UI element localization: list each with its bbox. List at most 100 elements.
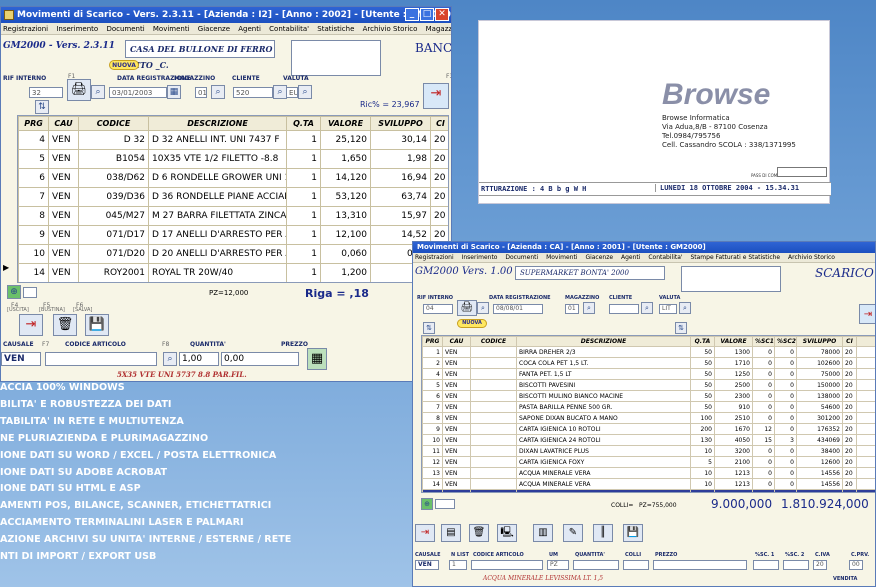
table-row[interactable]: 12 VEN CARTA IGIENICA FOXY 5 2100 0 0 12600 20 [422, 456, 875, 468]
close-button[interactable]: ✕ [435, 8, 449, 21]
col2-codice[interactable]: CODICE [470, 336, 517, 347]
um-field[interactable]: PZ [547, 560, 569, 570]
uscita2-button[interactable]: ⇥ [415, 524, 435, 542]
magazzino2-lookup[interactable]: ⌕ [583, 302, 595, 314]
menu-magazzino-industriale[interactable]: Magazzino Industriale [426, 25, 451, 33]
nlist-field[interactable]: 1 [449, 560, 467, 570]
col-valore[interactable]: VALORE [320, 116, 371, 131]
window2-record-field[interactable] [435, 499, 455, 509]
menu2-agenti[interactable]: Agenti [621, 254, 640, 261]
table-row[interactable]: 10 VEN CARTA IGIENICA 24 ROTOLI 130 4050 15 3 4… [422, 434, 875, 446]
printer-icon[interactable]: 🖨 [67, 79, 91, 101]
data2-field[interactable]: 08/08/01 [493, 304, 543, 314]
table-row[interactable]: 5 VEN B1054 10X35 VTE 1/2 FILETTO -8.8 1 1,65… [18, 149, 448, 169]
table-row[interactable]: 6 VEN 038/D62 D 6 RONDELLE GROWER UNI 1 1 14,… [18, 168, 448, 188]
cliente2-lookup[interactable]: ⌕ [641, 302, 653, 314]
sort2-button[interactable]: ⇅ [423, 322, 435, 334]
table-row[interactable]: 15VEN1ACQUA MINERALE LEVISSIMA LT. 1,510… [422, 489, 875, 492]
valuta2-field[interactable]: LIT [659, 304, 677, 314]
menu2-movimenti[interactable]: Movimenti [546, 254, 577, 261]
menu-archivio-storico[interactable]: Archivio Storico [363, 25, 418, 33]
table-row[interactable]: 17VEN001/5X355X35 VTE UNI 5737 8.8 PAR.F… [19, 283, 450, 284]
col-qta[interactable]: Q.TA [286, 116, 321, 131]
uscita-button[interactable]: ⇥ [19, 314, 43, 336]
col-codice[interactable]: CODICE [78, 116, 149, 131]
prezzo-field[interactable]: 0,00 [221, 352, 299, 366]
table-row[interactable]: 7 VEN PASTA BARILLA PENNE 500 GR. 50 910 0 0 54… [422, 401, 875, 413]
printer2-icon[interactable]: 🖨 [457, 300, 477, 316]
table-row[interactable]: 8 VEN 045/M27 M 27 BARRA FILETTATA ZINCA 1 13… [18, 206, 448, 226]
col2-descrizione[interactable]: DESCRIZIONE [516, 336, 691, 347]
table-row[interactable]: 7 VEN 039/D36 D 36 RONDELLE PIANE ACCIAIC 1 5… [18, 187, 448, 207]
pass-input[interactable] [777, 167, 827, 177]
barcode2-button[interactable]: ║ [593, 524, 613, 542]
menu-giacenze[interactable]: Giacenze [198, 25, 230, 33]
col2-sc1[interactable]: %SC1 [752, 336, 775, 347]
valuta-field[interactable]: EUR [286, 87, 298, 98]
col2-ci[interactable]: CI [842, 336, 857, 347]
sc2-field[interactable] [783, 560, 809, 570]
quantita2-field[interactable] [573, 560, 619, 570]
table-row[interactable]: 14 VEN ROY2001 ROYAL TR 20W/40 1 1,200 [18, 263, 448, 282]
magazzino-field[interactable]: 01 [195, 87, 207, 98]
table-row[interactable]: 9 VEN 071/D17 D 17 ANELLI D'ARRESTO PER A11… [18, 225, 448, 245]
causale-field[interactable]: VEN [1, 352, 41, 366]
minimize-button[interactable]: _ [405, 8, 419, 21]
col2-qta[interactable]: Q.TA [690, 336, 715, 347]
bustina2-button[interactable]: 🗑 [469, 524, 489, 542]
sort2b-button[interactable]: ⇅ [675, 322, 687, 334]
menu2-documenti[interactable]: Documenti [505, 254, 538, 261]
rif2-field[interactable]: 04 [423, 304, 453, 314]
calendar-button[interactable]: ▦ [167, 85, 181, 99]
cliente-field[interactable]: 520 [233, 87, 273, 98]
col-sviluppo[interactable]: SVILUPPO [370, 116, 431, 131]
civa-field[interactable]: 20 [813, 560, 827, 570]
col2-prg[interactable]: PRG [422, 336, 443, 347]
sc1-field[interactable] [753, 560, 779, 570]
codice2-field[interactable] [471, 560, 543, 570]
menu-contabilita[interactable]: Contabilita' [269, 25, 309, 33]
col2-valore[interactable]: VALORE [714, 336, 753, 347]
magazzino2-field[interactable]: 01 [565, 304, 579, 314]
calculator-icon[interactable]: ▦ [307, 348, 327, 370]
valuta2-lookup[interactable]: ⌕ [679, 302, 691, 314]
col-prg[interactable]: PRG [18, 116, 49, 131]
data-field[interactable]: 03/01/2003 [109, 87, 167, 98]
nuova2-badge[interactable]: NUOVA [457, 319, 487, 328]
exit2-icon[interactable]: ⇥ [859, 304, 875, 324]
table-row[interactable]: 10 VEN 071/D20 D 20 ANELLI D'ARRESTO PER A1… [18, 244, 448, 264]
magazzino-lookup[interactable]: ⌕ [211, 85, 225, 99]
nuova-badge[interactable]: NUOVA [109, 60, 139, 70]
table-row[interactable]: 5 VEN BISCOTTI PAVESINI 50 2500 0 0 150000 20 [422, 379, 875, 391]
col2-sc2[interactable]: %SC2 [774, 336, 797, 347]
table-row[interactable]: 6 VEN BISCOTTI MULINO BIANCO MACINE 50 2300 0… [422, 390, 875, 402]
exit-icon[interactable]: ⇥ [423, 83, 449, 109]
table-row[interactable]: 4 VEN FANTA PET. 1,5 LT 50 1250 0 0 75000 20 [422, 368, 875, 380]
menu-statistiche[interactable]: Statistiche [317, 25, 354, 33]
menu-inserimento[interactable]: Inserimento [56, 25, 98, 33]
table-row[interactable]: 11 VEN DIXAN LAVATRICE PLUS 10 3200 0 0 38400 20 [422, 445, 875, 457]
search2-button[interactable]: ⌕ [477, 302, 489, 314]
prezzo2-field[interactable] [653, 560, 747, 570]
col-descrizione[interactable]: DESCRIZIONE [148, 116, 287, 131]
table-row[interactable]: 8 VEN SAPONE DIXAN BUCATO A MANO 100 2510 0 0 3… [422, 412, 875, 424]
maximize-button[interactable]: □ [420, 8, 434, 21]
menu-agenti[interactable]: Agenti [238, 25, 261, 33]
quantita-field[interactable]: 1,00 [179, 352, 219, 366]
valuta-lookup[interactable]: ⌕ [298, 85, 312, 99]
cliente-lookup[interactable]: ⌕ [273, 85, 287, 99]
menu2-registrazioni[interactable]: Registrazioni [415, 254, 454, 261]
codice-lookup[interactable]: ⌕ [163, 352, 177, 366]
seleziona2-button[interactable]: ✎ [563, 524, 583, 542]
menu2-stampe[interactable]: Stampe Fatturati e Statistiche [690, 254, 780, 261]
table-row[interactable]: 9 VEN CARTA IGIENICA 10 ROTOLI 200 1670 12 0 17… [422, 423, 875, 435]
table-row[interactable]: 2 VEN COCA COLA PET 1,5 LT. 50 1710 0 0 102600 2… [422, 357, 875, 369]
search-button[interactable]: ⌕ [91, 85, 105, 99]
col-ci[interactable]: CI [430, 116, 448, 131]
bustina-button[interactable]: 🗑 [53, 314, 77, 336]
stampa2-button[interactable]: ▤ [441, 524, 461, 542]
table-row[interactable]: 1 VEN BIRRA DREHER 2/3 50 1300 0 0 78000 20 [422, 346, 875, 358]
colli2-field[interactable] [623, 560, 649, 570]
menu2-archivio[interactable]: Archivio Storico [788, 254, 835, 261]
salva2-button[interactable]: 💾 [623, 524, 643, 542]
